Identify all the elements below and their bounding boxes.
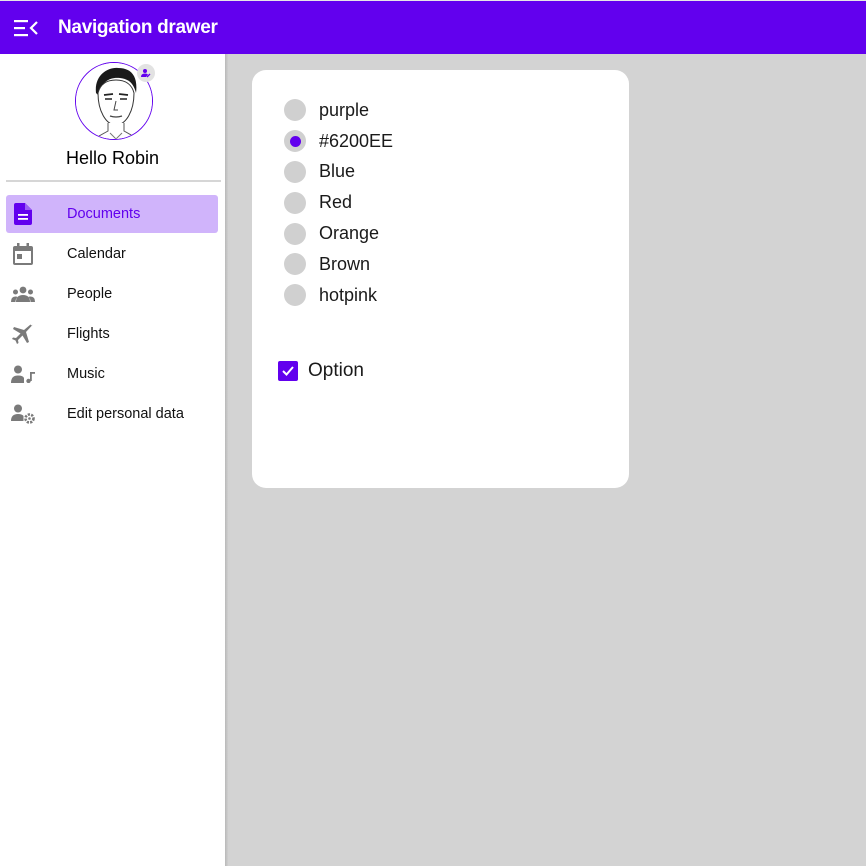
nav-label: People [67, 286, 113, 302]
nav-item-flights[interactable]: Flights [6, 315, 218, 353]
drawer-divider [6, 180, 221, 182]
nav-list: Documents Calendar People Flights Music … [6, 195, 218, 435]
avatar-container [75, 62, 155, 142]
radio-label: Orange [319, 223, 380, 244]
radio-button[interactable] [284, 130, 306, 153]
option-checkbox-row[interactable]: Option [278, 360, 364, 382]
user-greeting: Hello Robin [65, 148, 160, 168]
nav-item-music[interactable]: Music [6, 355, 218, 393]
people-icon [11, 282, 35, 306]
app-bar: Navigation drawer [0, 0, 866, 54]
checkmark-icon [282, 366, 294, 376]
radio-button[interactable] [284, 99, 306, 122]
radio-button[interactable] [284, 160, 306, 183]
airplane-icon [11, 322, 35, 346]
radio-option-blue[interactable]: Blue [284, 157, 393, 188]
radio-option-purple[interactable]: purple [284, 95, 393, 126]
radio-option-hotpink[interactable]: hotpink [284, 280, 393, 311]
radio-button[interactable] [284, 284, 306, 307]
radio-label: hotpink [319, 284, 378, 305]
person-settings-icon [11, 402, 35, 426]
radio-label: Red [319, 192, 353, 213]
radio-option-6200ee[interactable]: #6200EE [284, 126, 393, 157]
nav-item-edit-personal-data[interactable]: Edit personal data [6, 395, 218, 433]
color-radio-group: purple #6200EE Blue Red Orange Brown hot… [284, 95, 393, 311]
document-icon [11, 202, 35, 226]
nav-label: Calendar [67, 246, 126, 262]
menu-open-icon[interactable] [13, 17, 39, 39]
option-checkbox[interactable] [278, 361, 298, 381]
radio-button[interactable] [284, 222, 306, 245]
calendar-icon [11, 242, 35, 266]
person-music-icon [11, 362, 35, 386]
radio-label: #6200EE [319, 130, 394, 151]
radio-option-orange[interactable]: Orange [284, 218, 393, 249]
app-title: Navigation drawer [58, 16, 218, 38]
radio-button[interactable] [284, 191, 306, 214]
radio-label: purple [319, 99, 370, 120]
nav-item-people[interactable]: People [6, 275, 218, 313]
nav-label: Edit personal data [67, 406, 184, 422]
nav-item-documents[interactable]: Documents [6, 195, 218, 233]
drawer-edge [225, 54, 228, 866]
person-edit-icon[interactable] [137, 64, 155, 82]
navigation-drawer: Hello Robin Documents Calendar People Fl… [0, 54, 225, 866]
radio-option-brown[interactable]: Brown [284, 249, 393, 280]
options-card: purple #6200EE Blue Red Orange Brown hot… [252, 70, 629, 488]
checkbox-label: Option [308, 360, 364, 381]
radio-option-red[interactable]: Red [284, 187, 393, 218]
nav-label: Flights [67, 326, 110, 342]
radio-button[interactable] [284, 253, 306, 276]
radio-dot [289, 135, 301, 147]
nav-label: Documents [67, 206, 141, 222]
nav-label: Music [67, 366, 105, 382]
nav-item-calendar[interactable]: Calendar [6, 235, 218, 273]
radio-label: Blue [319, 161, 356, 182]
radio-label: Brown [319, 253, 371, 274]
